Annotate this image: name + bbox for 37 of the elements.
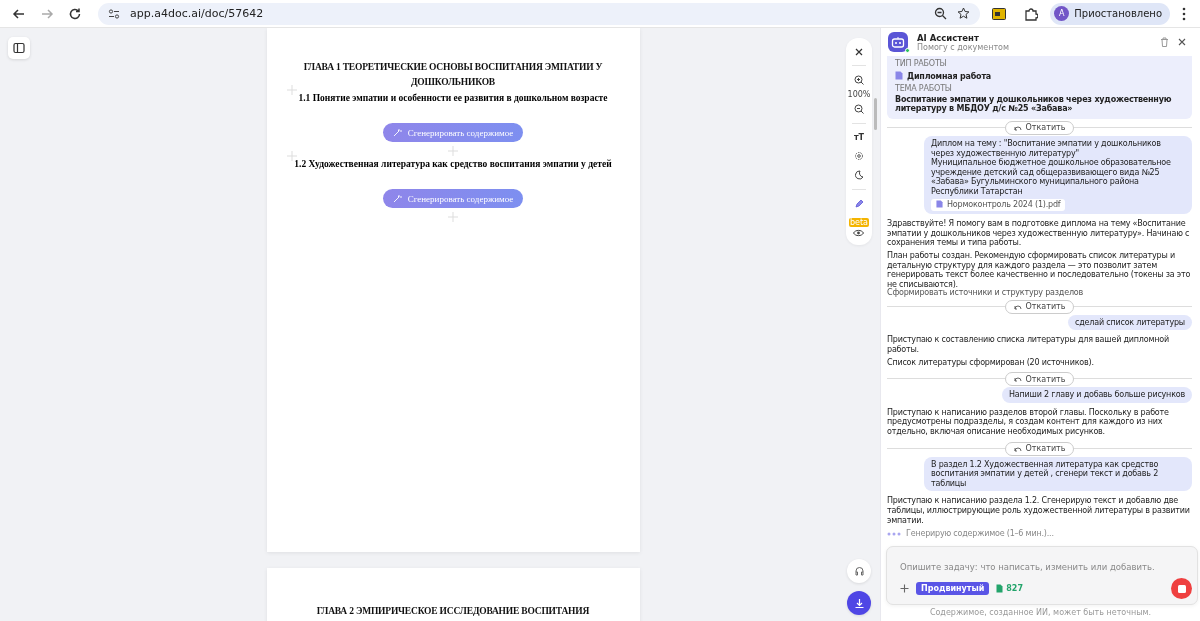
section-heading: 1.2 Художественная литература как средство воспитания эмпатии у детей: [294, 159, 612, 169]
message-text: Муниципальное бюджетное дошкольное образовательное учреждение детский сад общеразвивающего вида №25 «Забава» Бугульминского муниципального района Республики Татарстан: [931, 158, 1172, 197]
message-text: В раздел 1.2 Художественная литература как средство воспитания эмпатии у детей , сгенери текст и добавь 2 таблицы: [931, 459, 1160, 489]
field-label: ТЕМА РАБОТЫ: [895, 84, 953, 94]
attachment-chip[interactable]: Нормоконтроль 2024 (1).pdf: [931, 198, 1066, 212]
mode-button[interactable]: Продвинутый: [916, 582, 990, 595]
profile-button[interactable]: A Приостановлено: [1050, 2, 1170, 25]
rollback-button[interactable]: Откатить: [1004, 299, 1075, 314]
beta-badge: beta: [848, 218, 869, 227]
message-input[interactable]: Опишите задачу: что написать, изменить или добавить. Продвинутый 827: [886, 546, 1198, 605]
message-text: Напиши 2 главу и добавь больше рисунков: [1009, 390, 1185, 400]
assistant-message: План работы создан. Рекомендую сформировать список литературы и детальную структуру для каждого раздела — это позволит затем генерировать текст более качественно и последовательно (токены за это не списываются).: [887, 250, 1192, 289]
section-heading: 1.1 Понятие эмпатии и особенности ее развития в дошкольном возрасте: [298, 93, 608, 103]
message-text: Диплом на тему : "Воспитание эмпатии у дошкольников через художественную литературу": [931, 138, 1161, 159]
rollback-button[interactable]: Откатить: [1004, 372, 1075, 387]
text-size-button[interactable]: тT: [853, 133, 865, 142]
work-topic: Воспитание эмпатии у дошкольников через художественную литературу в МБДОУ д/с №25 «Забава»: [895, 94, 1173, 114]
assistant-message: Здравствуйте! Я помогу вам в подготовке диплома на тему «Воспитание эмпатии у дошкольников через художественную литературу». Начинаю с сохранения темы и типа работы.: [887, 219, 1191, 248]
disclaimer-text: Содержимое, созданное ИИ, может быть неточным.: [928, 608, 1153, 617]
panel-subtitle: Помогу с документом: [917, 42, 1010, 52]
action-link[interactable]: Сформировать источники и структуру разделов: [887, 288, 1192, 298]
assistant-message: Приступаю к написанию разделов второй главы. Поскольку в работе предусмотрены подразделы, я создам контент для каждого из них отдельно, включая описание необходимых рисунков.: [887, 407, 1170, 437]
panel-title: AI Ассистент: [917, 32, 980, 43]
message-text: сделай список литературы: [1075, 317, 1185, 328]
work-type: Дипломная работа: [907, 71, 992, 82]
rollback-button[interactable]: Откатить: [1004, 441, 1075, 456]
assistant-message: Список литературы сформирован (20 источников).: [887, 357, 1095, 368]
field-label: ТИП РАБОТЫ: [895, 59, 948, 69]
address-bar[interactable]: app.a4doc.ai/doc/57642: [98, 2, 981, 25]
zoom-level: 100%: [847, 90, 871, 99]
token-count: 827: [1006, 584, 1023, 593]
assistant-message: Приступаю к написанию раздела 1.2. Сгенерирую текст и добавлю две таблицы, иллюстрирующие роль художественной литературы в развитии эмпатии.: [887, 496, 1191, 526]
rollback-button[interactable]: Откатить: [1004, 120, 1075, 135]
assistant-message: Приступаю к составлению списка литературы для вашей дипломной работы.: [887, 335, 1171, 355]
status-text: Генерирую содержимое (1–6 мин.)...: [906, 529, 1054, 539]
chapter-heading: ГЛАВА 2 ЭМПИРИЧЕСКОЕ ИССЛЕДОВАНИЕ ВОСПИТАНИЯ: [315, 605, 591, 618]
chapter-heading: ГЛАВА 1 ТЕОРЕТИЧЕСКИЕ ОСНОВЫ ВОСПИТАНИЯ ЭМПАТИИ У ДОШКОЛЬНИКОВ: [302, 61, 604, 89]
